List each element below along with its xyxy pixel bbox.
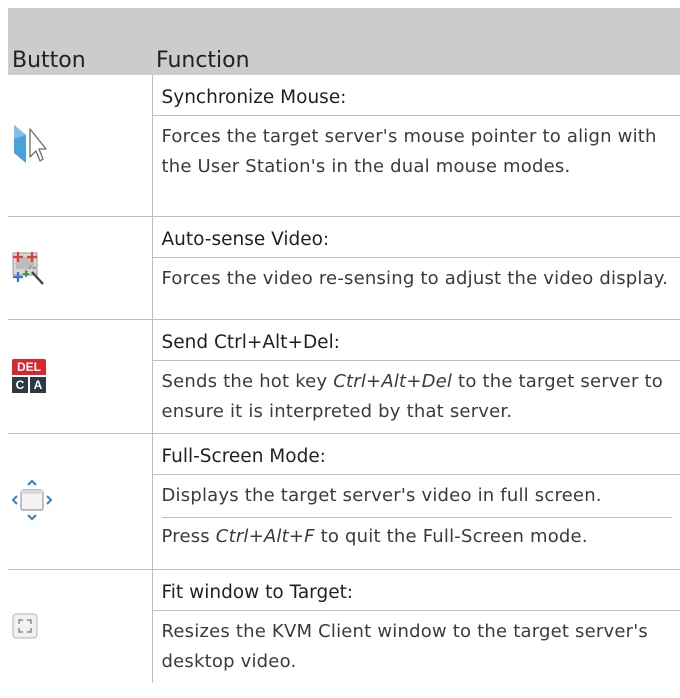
function-description: Sends the hot key Ctrl+Alt+Del to the ta… bbox=[162, 367, 673, 427]
function-description: Forces the target server's mouse pointer… bbox=[161, 126, 657, 177]
a-key-label: A bbox=[30, 377, 46, 393]
full-screen-icon[interactable] bbox=[12, 478, 52, 524]
colon: : bbox=[322, 228, 330, 250]
function-name: Auto-sense Video bbox=[161, 228, 323, 250]
description-text: to quit the Full-Screen mode. bbox=[314, 525, 588, 547]
ctrl-alt-del-icon[interactable]: DEL C A bbox=[12, 359, 46, 393]
table-row: Synchronize Mouse: Forces the target ser… bbox=[8, 75, 680, 217]
function-description: Resizes the KVM Client window to the tar… bbox=[161, 620, 648, 672]
function-cell: Fit window to Target: Resizes the KVM Cl… bbox=[151, 569, 680, 683]
hotkey-text: Ctrl+Alt+F bbox=[215, 525, 315, 547]
table-header-row: Button Function bbox=[8, 8, 680, 75]
button-function-table: Button Function Synchronize Mouse: Force… bbox=[8, 8, 680, 683]
hotkey-text: Ctrl+Alt+Del bbox=[333, 370, 453, 392]
table-row: Full-Screen Mode: Displays the target se… bbox=[8, 433, 680, 570]
colon: : bbox=[346, 581, 353, 603]
function-description-2: Press Ctrl+Alt+F to quit the Full-Screen… bbox=[161, 516, 672, 552]
description-text: Sends the hot key bbox=[161, 370, 334, 392]
button-cell bbox=[8, 433, 152, 570]
table-row: DEL C A Send Ctrl+Alt+Del: Sends the hot… bbox=[8, 319, 680, 434]
button-cell bbox=[8, 569, 152, 683]
function-cell: Full-Screen Mode: Displays the target se… bbox=[151, 433, 680, 570]
colon: : bbox=[340, 87, 347, 108]
function-description: Displays the target server's video in fu… bbox=[161, 484, 602, 506]
table-row: Auto-sense Video: Forces the video re-se… bbox=[8, 216, 680, 320]
del-key-label: DEL bbox=[12, 359, 46, 375]
function-name: Send Ctrl+Alt+Del bbox=[161, 331, 334, 353]
function-name: Synchronize Mouse bbox=[161, 87, 341, 108]
column-header-button: Button bbox=[8, 8, 152, 75]
function-description: Forces the video re-sensing to adjust th… bbox=[161, 267, 669, 289]
button-cell bbox=[8, 75, 152, 217]
mouse-pointer-icon[interactable] bbox=[12, 123, 48, 167]
colon: : bbox=[319, 445, 326, 467]
colon: : bbox=[333, 331, 340, 353]
button-cell bbox=[8, 216, 152, 320]
fit-window-icon[interactable] bbox=[12, 613, 38, 639]
button-cell: DEL C A bbox=[8, 319, 152, 434]
table-row: Fit window to Target: Resizes the KVM Cl… bbox=[8, 569, 680, 683]
function-name: Full-Screen Mode bbox=[161, 445, 320, 467]
description-text: Press bbox=[161, 525, 216, 547]
function-cell: Send Ctrl+Alt+Del: Sends the hot key Ctr… bbox=[151, 319, 680, 434]
auto-sense-video-icon[interactable] bbox=[12, 248, 46, 288]
function-cell: Auto-sense Video: Forces the video re-se… bbox=[151, 216, 680, 320]
function-name: Fit window to Target bbox=[161, 581, 347, 603]
c-key-label: C bbox=[12, 377, 28, 393]
function-cell: Synchronize Mouse: Forces the target ser… bbox=[151, 75, 680, 217]
column-header-function: Function bbox=[152, 8, 680, 75]
